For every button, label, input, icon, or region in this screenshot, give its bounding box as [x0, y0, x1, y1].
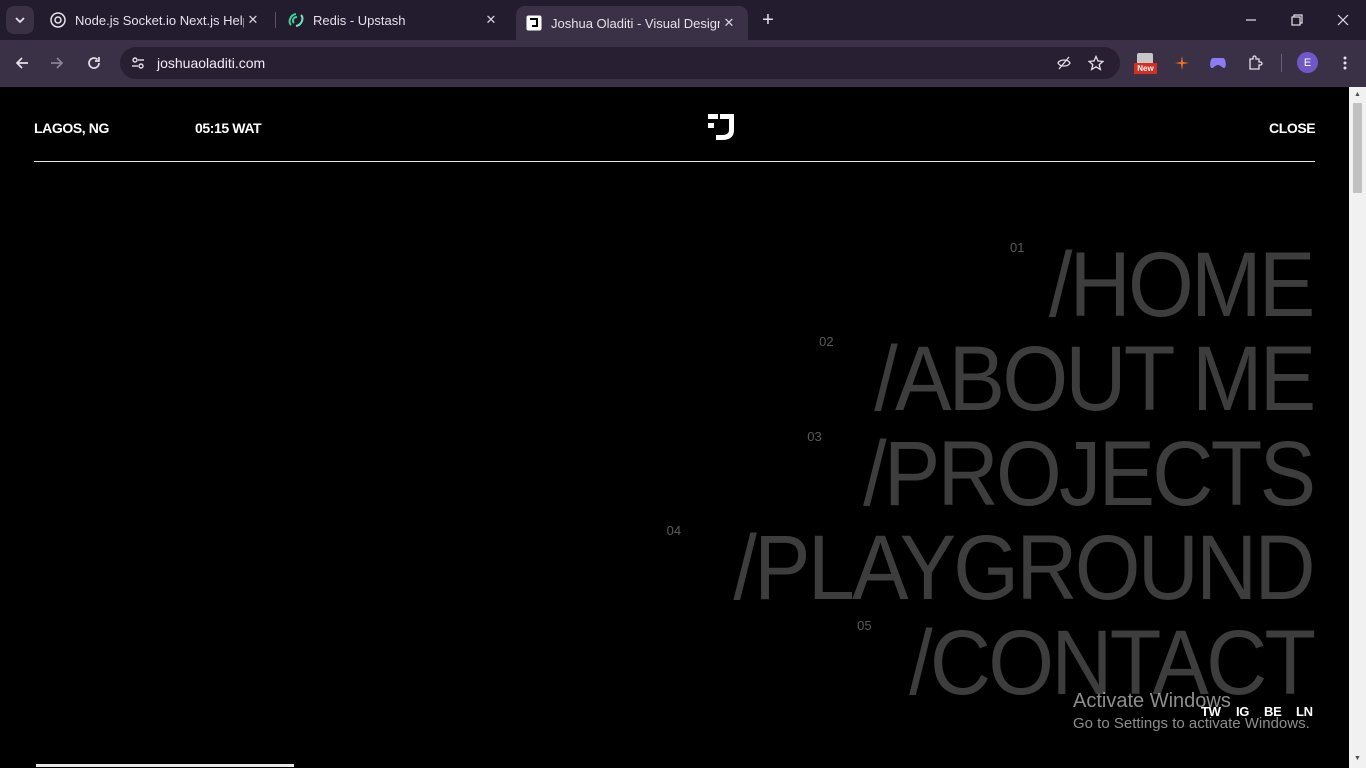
plus-icon: + — [762, 8, 774, 31]
new-badge: New — [1134, 63, 1157, 74]
site-logo-icon[interactable] — [706, 112, 736, 142]
menu-item-home[interactable]: 01 /HOME — [1009, 234, 1316, 336]
more-vertical-icon — [1343, 56, 1347, 70]
menu-item-label: /HOME — [1049, 234, 1315, 336]
tab-strip: Node.js Socket.io Next.js Help ✕ Redis -… — [0, 0, 1366, 40]
menu-item-number: 04 — [666, 523, 682, 538]
social-link-twitter[interactable]: TW — [1201, 704, 1221, 719]
minimize-button[interactable] — [1228, 0, 1274, 40]
menu-item-label: /ABOUT ME — [873, 328, 1316, 430]
close-window-button[interactable] — [1320, 0, 1366, 40]
upstash-icon — [288, 12, 304, 28]
social-link-linkedin[interactable]: LN — [1296, 704, 1313, 719]
gamepad-icon — [1210, 58, 1226, 68]
scroll-up-icon[interactable]: ▲ — [1353, 90, 1362, 99]
tab-search-button[interactable] — [6, 6, 34, 34]
spark-icon — [1175, 56, 1189, 70]
browser-menu-button[interactable] — [1334, 52, 1356, 74]
location-text: LAGOS, NG — [34, 120, 109, 136]
close-icon — [1337, 14, 1349, 26]
tab-title: Redis - Upstash — [313, 12, 406, 28]
page-content: LAGOS, NG 05:15 WAT CLOSE 01 /HOME 02 /A… — [0, 87, 1349, 768]
header-divider — [34, 161, 1315, 162]
toolbar-separator — [1281, 54, 1282, 72]
menu-item-number: 01 — [1009, 240, 1025, 255]
tab-separator — [275, 12, 276, 28]
site-info-button[interactable] — [126, 51, 150, 75]
extension-new-button[interactable]: New — [1134, 52, 1157, 74]
eye-off-icon — [1057, 56, 1071, 70]
time-text: 05:15 WAT — [195, 120, 262, 136]
back-button[interactable] — [9, 50, 35, 76]
restore-button[interactable] — [1274, 0, 1320, 40]
browser-toolbar: joshuaoladiti.com New — [0, 40, 1366, 87]
menu-item-number: 03 — [807, 429, 822, 444]
tune-icon — [132, 57, 144, 69]
extension-new-icon: New — [1134, 52, 1157, 74]
bookmark-star-button[interactable] — [1087, 54, 1105, 72]
scroll-down-icon[interactable]: ▼ — [1353, 754, 1362, 763]
scroll-progress-bar — [36, 764, 294, 767]
close-tab-icon[interactable]: ✕ — [720, 14, 738, 32]
tracking-protection-button[interactable] — [1055, 54, 1073, 72]
extension-gamepad-button[interactable] — [1207, 52, 1229, 74]
tab-joshua-oladiti[interactable]: Joshua Oladiti - Visual Designer ✕ — [516, 6, 748, 40]
tab-chatgpt[interactable]: Node.js Socket.io Next.js Help ✕ — [40, 4, 272, 36]
chatgpt-icon — [50, 12, 66, 28]
extensions-menu-button[interactable] — [1244, 52, 1266, 74]
menu-item-label: /PROJECTS — [862, 423, 1316, 525]
profile-avatar[interactable]: E — [1297, 52, 1318, 73]
forward-button[interactable] — [44, 50, 70, 76]
social-link-instagram[interactable]: IG — [1236, 704, 1249, 719]
reload-icon — [88, 57, 100, 69]
menu-item-number: 02 — [819, 334, 834, 349]
menu-item-about-me[interactable]: 02 /ABOUT ME — [819, 328, 1316, 430]
close-tab-icon[interactable]: ✕ — [482, 11, 500, 29]
menu-item-label: /PLAYGROUND — [733, 517, 1316, 619]
scrollbar-thumb[interactable] — [1353, 103, 1362, 193]
reload-button[interactable] — [81, 50, 107, 76]
extension-spark-button[interactable] — [1171, 52, 1193, 74]
address-bar[interactable]: joshuaoladiti.com — [120, 47, 1120, 79]
close-tab-icon[interactable]: ✕ — [244, 11, 262, 29]
puzzle-icon — [1249, 55, 1263, 70]
tab-upstash[interactable]: Redis - Upstash ✕ — [278, 4, 510, 36]
tab-title: Node.js Socket.io Next.js Help — [75, 12, 244, 28]
menu-item-playground[interactable]: 04 /PLAYGROUND — [666, 517, 1316, 619]
minimize-icon — [1246, 19, 1256, 21]
page-scrollbar[interactable]: ▲ ▼ — [1349, 87, 1366, 768]
site-favicon-icon — [526, 15, 542, 31]
social-link-behance[interactable]: BE — [1264, 704, 1282, 719]
tab-title: Joshua Oladiti - Visual Designer — [551, 15, 720, 31]
star-icon — [1088, 55, 1104, 71]
chevron-down-icon — [15, 17, 25, 24]
url-text: joshuaoladiti.com — [157, 55, 266, 71]
arrow-right-icon — [51, 57, 64, 69]
menu-item-projects[interactable]: 03 /PROJECTS — [807, 423, 1316, 525]
new-tab-button[interactable]: + — [756, 8, 780, 32]
restore-icon — [1291, 14, 1303, 26]
close-menu-button[interactable]: CLOSE — [1269, 120, 1316, 136]
menu-item-number: 05 — [857, 618, 872, 633]
arrow-left-icon — [15, 57, 28, 69]
